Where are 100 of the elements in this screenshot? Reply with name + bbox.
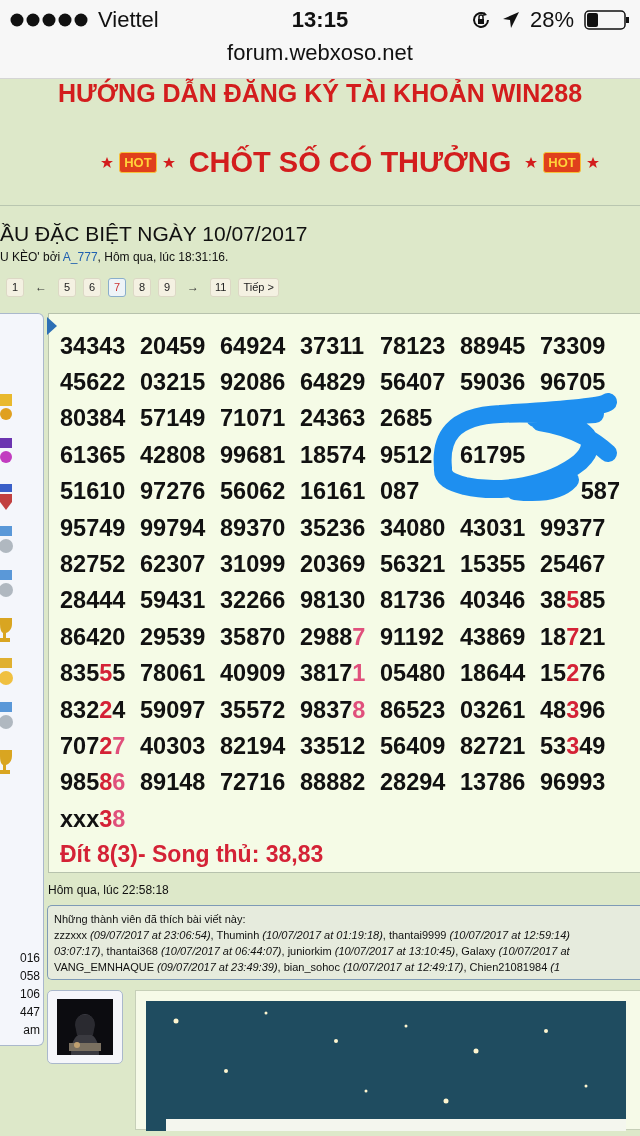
number-cell-text: 28294 — [380, 769, 447, 797]
number-cell-text: 59431 — [140, 587, 207, 615]
number-cell-text: 28444 — [60, 587, 127, 615]
likes-heading: Những thành viên đã thích bài viết này: — [54, 912, 247, 927]
number-cell-text: 98130 — [300, 587, 367, 615]
star-icon — [586, 156, 599, 169]
pointer-icon — [47, 317, 57, 335]
number-cell-text: 32266 — [220, 587, 287, 615]
page-arrow[interactable]: ← — [31, 280, 51, 294]
address-url[interactable]: forum.webxoso.net — [227, 40, 413, 66]
number-cell-text: 20459 — [140, 332, 207, 360]
number-cell-text: 86420 — [60, 623, 127, 651]
banner-slogan[interactable]: CHỐT SỐ CÓ THƯỞNG — [188, 146, 512, 179]
number-cell-text: 05480 — [380, 660, 447, 688]
page-arrow[interactable]: → — [183, 280, 203, 294]
number-cell-text: 35870 — [220, 623, 287, 651]
number-cell-text: 56062 — [220, 478, 287, 506]
number-cell-text: 03215 — [140, 369, 207, 397]
number-cell-text: 61795 — [460, 441, 527, 469]
carrier-name: Viettel — [98, 7, 159, 33]
number-cell-text: 91192 — [380, 623, 446, 651]
number-cell-text: 88945 — [460, 332, 527, 360]
number-cell-text: 38171 — [300, 660, 367, 688]
number-cell-text: 16161 — [300, 478, 367, 506]
page-button[interactable]: 11 — [210, 277, 232, 297]
number-cell-text: 18644 — [460, 660, 527, 688]
page-button[interactable]: 8 — [133, 277, 151, 297]
number-cell-text: 59097 — [140, 696, 207, 724]
thread-meta: U KÈO' bởi A_777, Hôm qua, lúc 18:31:16. — [0, 250, 230, 264]
number-cell-text: 78123 — [380, 332, 447, 360]
number-cell-text: 29887 — [300, 623, 367, 651]
number-cell-text: 25467 — [540, 551, 607, 579]
number-cell-text: 56407 — [380, 369, 447, 397]
number-cell-text: 43869 — [460, 623, 527, 651]
signal-icon — [10, 13, 90, 27]
number-cell-text: 96705 — [540, 369, 607, 397]
number-cell-text: 70727 — [60, 733, 127, 760]
number-cell-text: 62307 — [140, 551, 207, 579]
user-stat: 106 — [19, 987, 40, 1001]
page-button[interactable]: 1 — [6, 277, 24, 297]
number-cell-text: 59036 — [460, 369, 527, 397]
user-stat: 447 — [19, 1005, 40, 1019]
number-cell-text: 96993 — [540, 769, 607, 797]
number-cell-text: 86523 — [380, 696, 447, 724]
battery-icon — [584, 10, 630, 30]
page-button[interactable]: 6 — [83, 277, 101, 297]
star-icon — [101, 156, 114, 169]
number-cell-text: 89148 — [140, 769, 207, 797]
page-button[interactable]: 7 — [108, 277, 126, 297]
number-cell-text: 34080 — [380, 514, 447, 542]
number-cell-text: 45622 — [60, 369, 127, 397]
number-cell-text: 88882 — [300, 769, 367, 797]
number-cell-text: 18721 — [540, 623, 607, 651]
star-icon — [525, 156, 538, 169]
page-button[interactable]: Tiếp > — [238, 277, 279, 297]
clock-time: 13:15 — [291, 7, 349, 33]
likes-text: zzzxxx (09/07/2017 at 23:06:54), Thuminh (10/07/2017 at 01:19:18), thantai9999 (10/07/2017 at 12:59:14) — [54, 928, 571, 943]
number-cell-text: 98378 — [300, 696, 367, 724]
number-cell-text: 48396 — [540, 696, 607, 724]
number-cell-text: 53349 — [540, 733, 607, 760]
number-cell-text: 9512 — [380, 441, 434, 469]
number-cell-text: 83555 — [60, 660, 127, 688]
user-stat: am — [23, 1023, 40, 1037]
page-button[interactable]: 9 — [158, 277, 176, 297]
user-stat: 016 — [19, 951, 40, 965]
number-cell-text: 2685 — [380, 405, 434, 433]
number-cell-text: 71071 — [220, 405, 287, 433]
number-cell-text: 95749 — [60, 514, 127, 542]
number-cell-text: 56409 — [380, 733, 447, 760]
number-cell-text: 03261 — [460, 696, 527, 724]
medal-icon — [0, 658, 13, 688]
number-cell-text: 40303 — [140, 733, 207, 760]
number-cell-text: 35236 — [300, 514, 367, 542]
post-summary: Đít 8(3)- Song thủ: 38,83 — [60, 841, 325, 869]
number-cell-text: 57149 — [140, 405, 207, 433]
author-link[interactable]: A_777 — [62, 250, 98, 264]
battery-percent: 28% — [529, 7, 574, 33]
likes-text: VANG_EMNHAQUE (09/07/2017 at 23:49:39), bian_sohoc (10/07/2017 at 12:49:17), Chien21081984 (1 — [54, 960, 562, 975]
number-cell-text: 40346 — [460, 587, 527, 615]
number-cell-text: 56321 — [380, 551, 447, 579]
number-cell-text: 31099 — [220, 551, 287, 579]
number-cell-text: 83224 — [60, 696, 127, 724]
number-cell-text: 29539 — [140, 623, 207, 651]
number-cell-text: 78061 — [140, 660, 207, 688]
number-cell-text: 15355 — [460, 551, 527, 579]
post-time: Hôm qua, lúc 22:58:18 — [48, 883, 170, 897]
hot-badge: HOT — [119, 152, 157, 173]
number-cell-text: 82721 — [460, 733, 527, 760]
number-cell-text: 81736 — [380, 587, 447, 615]
number-cell-text: 72716 — [220, 769, 287, 797]
number-cell-text: 73309 — [540, 332, 607, 360]
number-cell-text: 40909 — [220, 660, 287, 688]
number-cell-text: 42808 — [140, 441, 207, 469]
number-cell-text: 99377 — [540, 514, 607, 542]
number-cell-text: 51610 — [60, 478, 127, 506]
banner-headline[interactable]: HƯỚNG DẪN ĐĂNG KÝ TÀI KHOẢN WIN288 — [0, 79, 583, 108]
number-cell-text: 33512 — [300, 733, 367, 760]
star-icon — [162, 156, 175, 169]
page-button[interactable]: 5 — [58, 277, 76, 297]
number-cell-text: 89370 — [220, 514, 287, 542]
